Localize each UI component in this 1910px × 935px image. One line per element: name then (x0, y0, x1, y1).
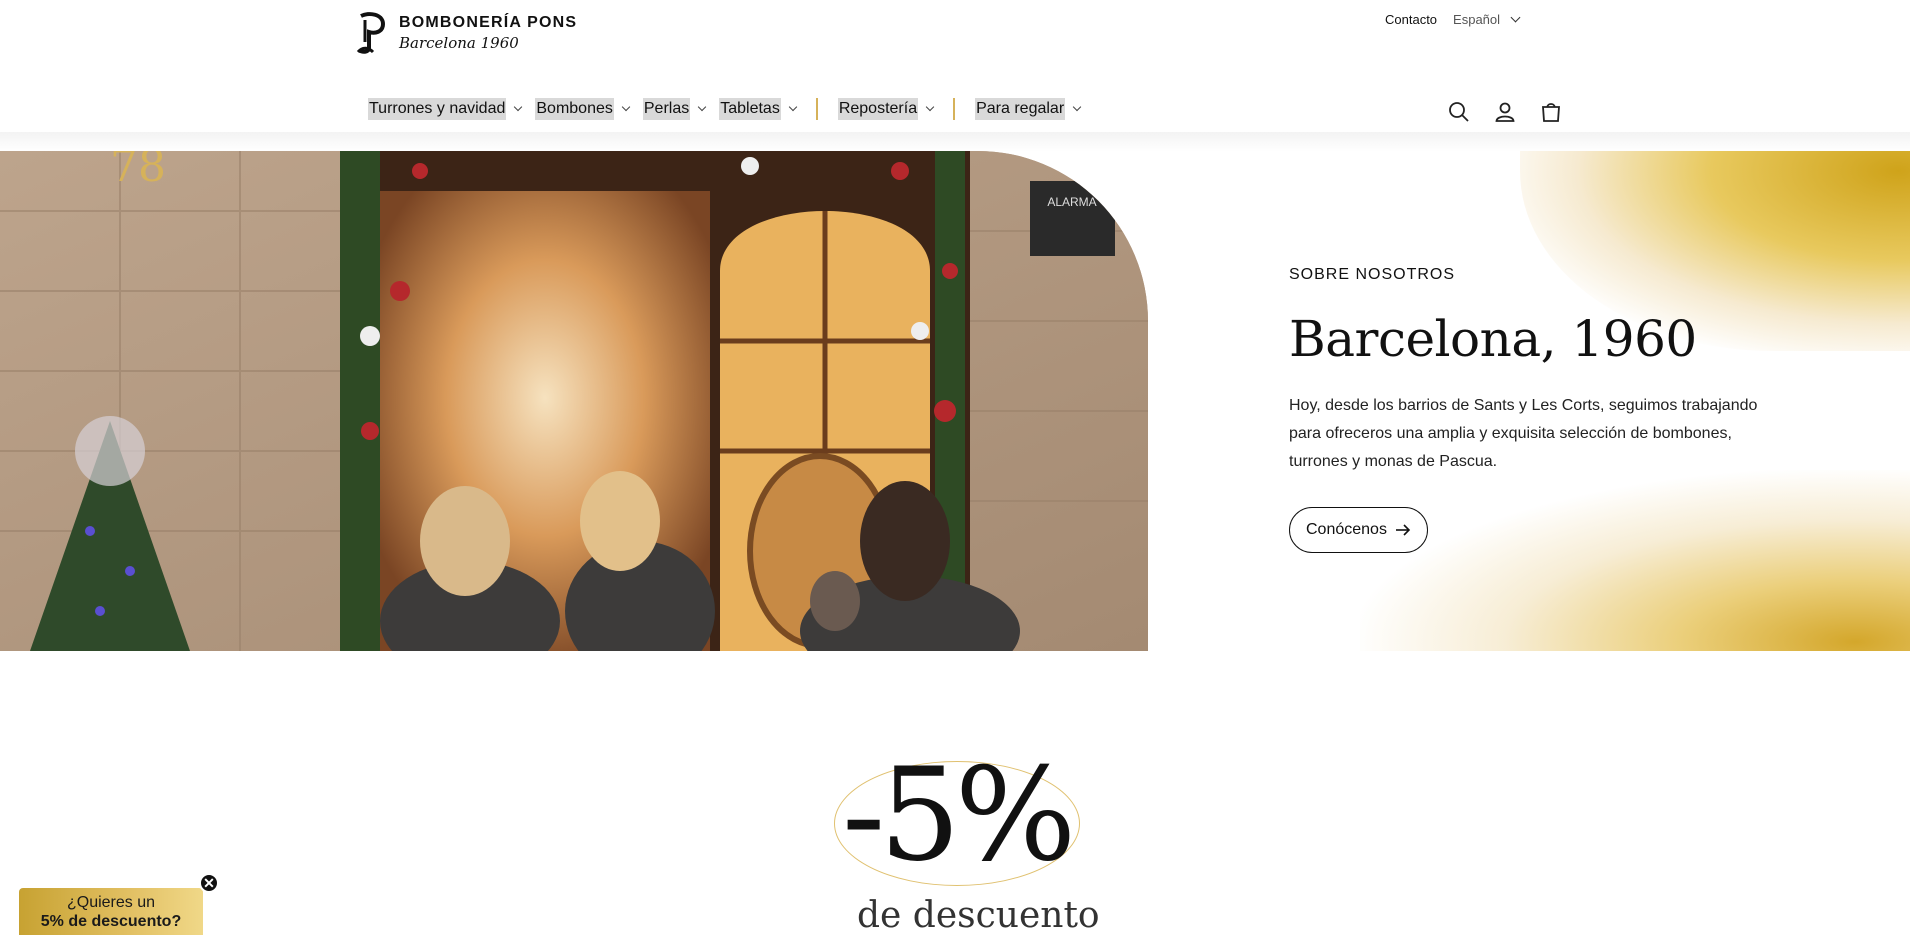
account-icon[interactable] (1493, 100, 1517, 124)
nav-item-bombones[interactable]: Bombones (535, 98, 631, 120)
utility-bar: Contacto Español (1385, 12, 1521, 27)
language-selector[interactable]: Español (1453, 12, 1521, 27)
arrow-right-icon (1395, 524, 1411, 536)
discount-popup[interactable]: ¿Quieres un 5% de descuento? (19, 888, 203, 935)
close-icon[interactable]: ✕ (199, 873, 219, 893)
nav-item-label: Para regalar (975, 98, 1066, 120)
chevron-down-icon (514, 102, 523, 112)
nav-item-para-regalar[interactable]: Para regalar (975, 98, 1082, 120)
language-label: Español (1453, 12, 1501, 27)
nav-item-label: Perlas (642, 98, 691, 120)
nav-item-turrones[interactable]: Turrones y navidad (368, 98, 523, 120)
logo-p-monogram-icon (356, 12, 386, 54)
chevron-down-icon (1072, 102, 1082, 112)
main-nav: Turrones y navidad Bombones Perlas Table… (368, 98, 1094, 120)
chevron-down-icon (925, 102, 935, 112)
storefront-photo: ALARMA 78 (0, 151, 1148, 651)
nav-item-reposteria[interactable]: Repostería (837, 98, 935, 120)
popup-line-1: ¿Quieres un (66, 894, 156, 911)
section-eyebrow: SOBRE NOSOTROS (1289, 266, 1456, 283)
nav-divider (953, 98, 956, 120)
nav-item-label: Tabletas (719, 98, 781, 120)
chevron-down-icon (1510, 12, 1521, 23)
header-divider (0, 132, 1910, 152)
svg-text:78: 78 (110, 151, 166, 192)
conocenos-button[interactable]: Conócenos (1289, 507, 1428, 553)
svg-text:ALARMA: ALARMA (1047, 195, 1096, 209)
brand-logo[interactable]: BOMBONERÍA PONS Barcelona 1960 (355, 12, 577, 54)
section-body: Hoy, desde los barrios de Sants y Les Co… (1289, 397, 1758, 470)
nav-item-label: Turrones y navidad (368, 98, 507, 120)
discount-percent: -5% (842, 741, 1076, 890)
chevron-down-icon (621, 102, 631, 112)
nav-item-perlas[interactable]: Perlas (642, 98, 707, 120)
search-icon[interactable] (1447, 100, 1471, 124)
contact-link[interactable]: Contacto (1385, 12, 1437, 27)
nav-item-label: Repostería (837, 98, 919, 120)
discount-label: de descuento (857, 895, 1100, 935)
brand-name: BOMBONERÍA PONS (399, 14, 578, 31)
brand-tagline: Barcelona 1960 (399, 34, 519, 52)
button-label: Conócenos (1306, 521, 1387, 538)
chevron-down-icon (788, 102, 798, 112)
nav-item-label: Bombones (535, 98, 614, 120)
about-section: SOBRE NOSOTROS Barcelona, 1960 Hoy, desd… (1289, 266, 1789, 553)
cart-icon[interactable] (1539, 100, 1563, 124)
popup-line-2: 5% de descuento? (40, 913, 182, 930)
section-title: Barcelona, 1960 (1289, 310, 1697, 368)
header-actions (1447, 100, 1563, 124)
nav-divider (815, 98, 818, 120)
chevron-down-icon (697, 102, 707, 112)
nav-item-tabletas[interactable]: Tabletas (719, 98, 798, 120)
